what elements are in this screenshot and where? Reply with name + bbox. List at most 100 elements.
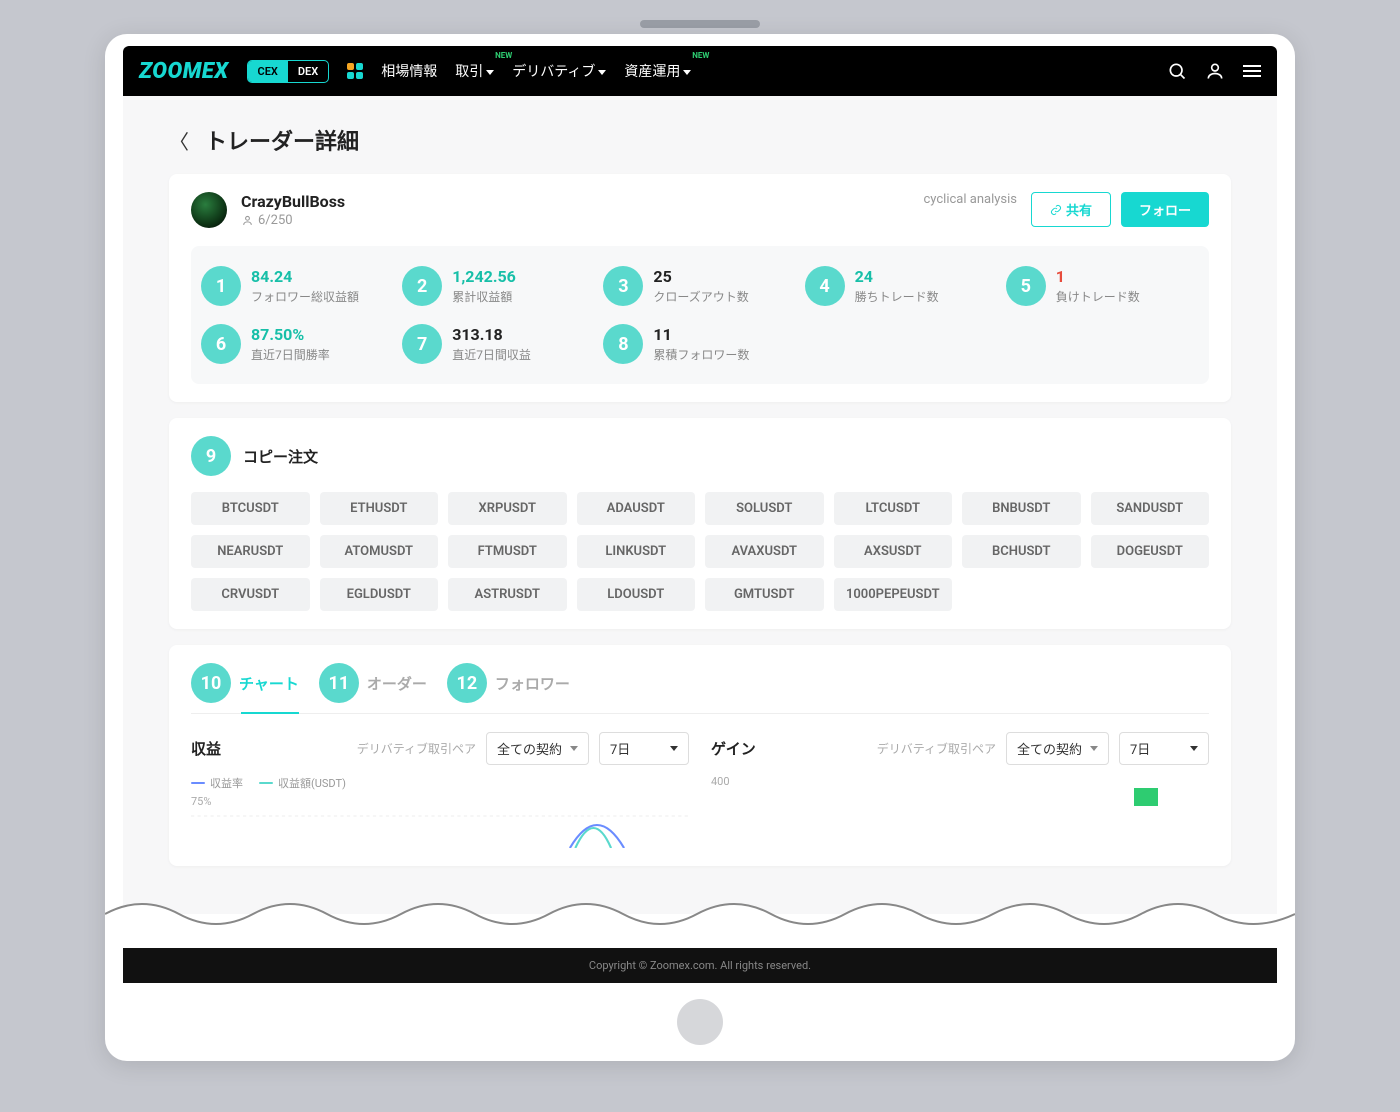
pair-pill[interactable]: GMTUSDT <box>705 578 824 611</box>
stat-value: 1 <box>1056 267 1140 286</box>
trader-card: CrazyBullBoss 6/250 cyclical analysis 共有… <box>169 174 1231 402</box>
menu-icon[interactable] <box>1243 65 1261 77</box>
stat-label: 累積フォロワー数 <box>653 346 749 363</box>
contract-select[interactable]: 全ての契約 <box>486 732 589 765</box>
stat-value: 1,242.56 <box>452 267 516 286</box>
nav-asset[interactable]: 資産運用 NEW <box>624 61 691 81</box>
scroll-wave <box>105 914 1295 948</box>
pair-pill[interactable]: FTMUSDT <box>448 535 567 568</box>
stat-value: 313.18 <box>452 325 531 344</box>
stat-number-badge: 4 <box>805 266 845 306</box>
chart-legend: 収益率 収益額(USDT) <box>191 775 689 791</box>
page-title: トレーダー詳細 <box>205 124 359 156</box>
user-icon[interactable] <box>1205 61 1225 81</box>
stat-item: 6 87.50% 直近7日間勝率 <box>201 324 394 364</box>
legend-amount: 収益額(USDT) <box>278 775 346 791</box>
pair-pill[interactable]: LTCUSDT <box>834 492 953 525</box>
section-badge: 9 <box>191 436 231 476</box>
bar <box>1134 788 1158 806</box>
period-select-2[interactable]: 7日 <box>1119 732 1209 765</box>
tabs-row: 10 チャート 11 オーダー 12 フォロワー <box>191 663 1209 714</box>
nav-deriv-label: デリバティブ <box>512 64 595 80</box>
follow-button[interactable]: フォロー <box>1121 192 1209 227</box>
ytick: 400 <box>711 775 1209 788</box>
panel-gain: ゲイン デリバティブ取引ペア 全ての契約 7日 400 <box>711 732 1209 848</box>
nav-market[interactable]: 相場情報 <box>381 61 437 81</box>
stat-item: 7 313.18 直近7日間収益 <box>402 324 595 364</box>
trader-capacity-value: 6/250 <box>258 213 293 228</box>
pair-pill[interactable]: SANDUSDT <box>1091 492 1210 525</box>
nav-deriv[interactable]: デリバティブ <box>512 61 606 81</box>
mode-toggle[interactable]: CEX DEX <box>247 60 330 83</box>
pair-pill[interactable]: ATOMUSDT <box>320 535 439 568</box>
tab: 10 チャート <box>191 663 299 713</box>
tab-label[interactable]: チャート <box>239 673 299 694</box>
chart-card: 10 チャート 11 オーダー 12 フォロワー 収益 デリバティブ取引ペア 全ての… <box>169 645 1231 866</box>
new-badge: NEW <box>692 51 709 60</box>
avatar <box>191 192 227 228</box>
stat-label: 負けトレード数 <box>1056 288 1140 305</box>
pairs-grid: BTCUSDT ETHUSDT XRPUSDT ADAUSDT SOLUSDT LTCUS… <box>191 492 1209 611</box>
pair-pill[interactable]: ETHUSDT <box>320 492 439 525</box>
pair-pill[interactable]: EGLDUSDT <box>320 578 439 611</box>
person-icon <box>241 214 254 227</box>
pair-pill[interactable]: ASTRUSDT <box>448 578 567 611</box>
stat-number-badge: 2 <box>402 266 442 306</box>
tab: 11 オーダー <box>319 663 427 713</box>
home-button[interactable] <box>677 999 723 1045</box>
panel1-title: 収益 <box>191 738 347 759</box>
tab: 12 フォロワー <box>447 663 570 713</box>
share-button[interactable]: 共有 <box>1031 192 1111 227</box>
tab-badge: 10 <box>191 663 231 703</box>
footer: Copyright © Zoomex.com. All rights reser… <box>123 948 1277 983</box>
tab-label[interactable]: オーダー <box>367 673 427 694</box>
pair-pill[interactable]: LDOUSDT <box>577 578 696 611</box>
stat-label: クローズアウト数 <box>653 288 748 305</box>
pair-pill[interactable]: AXSUSDT <box>834 535 953 568</box>
pair-pill[interactable]: 1000PEPEUSDT <box>834 578 953 611</box>
line-chart <box>191 808 689 848</box>
apps-icon[interactable] <box>347 63 363 79</box>
stat-item: 5 1 負けトレード数 <box>1006 266 1199 306</box>
stat-value: 87.50% <box>251 325 330 344</box>
share-label: 共有 <box>1066 200 1092 219</box>
pair-pill[interactable]: ADAUSDT <box>577 492 696 525</box>
pair-pill[interactable]: SOLUSDT <box>705 492 824 525</box>
pair-pill[interactable]: DOGEUSDT <box>1091 535 1210 568</box>
pair-pill[interactable]: BTCUSDT <box>191 492 310 525</box>
filter-label: デリバティブ取引ペア <box>877 740 996 757</box>
nav-trade[interactable]: 取引 NEW <box>455 61 494 81</box>
tab-label[interactable]: フォロワー <box>495 673 570 694</box>
pair-pill[interactable]: NEARUSDT <box>191 535 310 568</box>
pair-pill[interactable]: CRVUSDT <box>191 578 310 611</box>
tab-badge: 12 <box>447 663 487 703</box>
pair-pill[interactable]: AVAXUSDT <box>705 535 824 568</box>
pair-pill[interactable]: BNBUSDT <box>962 492 1081 525</box>
copy-order-card: 9 コピー注文 BTCUSDT ETHUSDT XRPUSDT ADAUSDT SOLU… <box>169 418 1231 629</box>
search-icon[interactable] <box>1167 61 1187 81</box>
ytick: 75% <box>191 795 689 808</box>
contract-select-2[interactable]: 全ての契約 <box>1006 732 1109 765</box>
period-select[interactable]: 7日 <box>599 732 689 765</box>
pair-pill[interactable]: BCHUSDT <box>962 535 1081 568</box>
trader-note: cyclical analysis <box>923 192 1016 207</box>
stat-number-badge: 6 <box>201 324 241 364</box>
stat-item: 3 25 クローズアウト数 <box>603 266 796 306</box>
stat-item: 2 1,242.56 累計収益額 <box>402 266 595 306</box>
new-badge: NEW <box>495 51 512 60</box>
copy-order-title: コピー注文 <box>243 446 318 467</box>
trader-name: CrazyBullBoss <box>241 192 885 211</box>
mode-cex[interactable]: CEX <box>248 61 288 82</box>
stat-value: 11 <box>653 325 749 344</box>
nav-trade-label: 取引 <box>455 64 483 80</box>
stat-item: 4 24 勝ちトレード数 <box>805 266 998 306</box>
legend-rate: 収益率 <box>210 775 243 791</box>
pair-pill[interactable]: XRPUSDT <box>448 492 567 525</box>
back-arrow-icon[interactable]: 〈 <box>169 126 189 155</box>
mode-dex[interactable]: DEX <box>288 61 328 82</box>
period-select-value: 7日 <box>1130 739 1150 758</box>
logo: ZOOMEX <box>139 59 229 84</box>
link-icon <box>1050 204 1062 216</box>
pair-pill[interactable]: LINKUSDT <box>577 535 696 568</box>
stat-label: 勝ちトレード数 <box>855 288 939 305</box>
